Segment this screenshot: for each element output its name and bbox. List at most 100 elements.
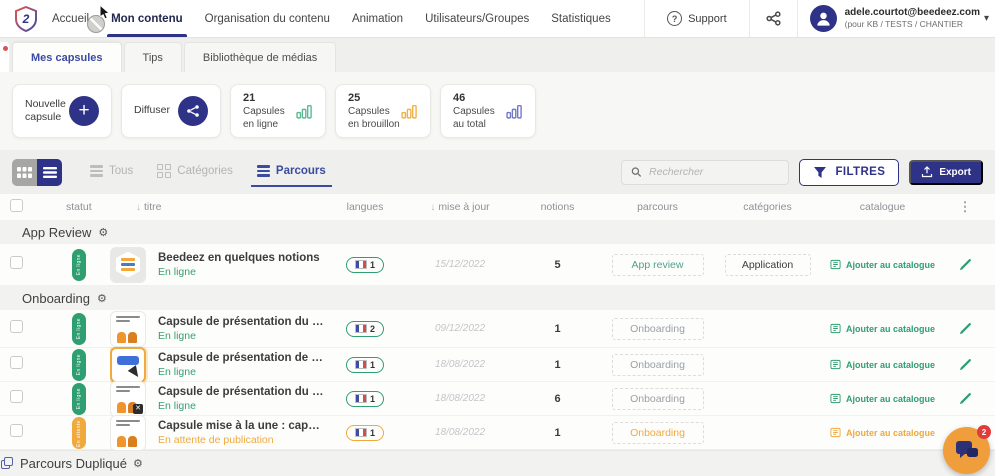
nav-item-animation[interactable]: Animation bbox=[352, 0, 403, 37]
svg-text:2: 2 bbox=[22, 12, 30, 26]
gear-icon[interactable]: ⚙ bbox=[98, 226, 108, 239]
chat-notification-badge: 2 bbox=[977, 425, 991, 439]
org-chart-icon bbox=[766, 11, 781, 26]
table-row[interactable]: En ligne ✕ Capsule de présentation du Li… bbox=[0, 382, 995, 416]
parcours-tag[interactable]: Onboarding bbox=[612, 318, 704, 340]
export-button[interactable]: Export bbox=[909, 160, 983, 185]
nav-item-accueil[interactable]: Accueil bbox=[52, 0, 89, 37]
capsule-thumbnail: ✕ bbox=[110, 381, 146, 417]
table-row[interactable]: En ligne Beedeez en quelques notions En … bbox=[0, 244, 995, 286]
table-header: statut ↓titre langues ↓mise à jour notio… bbox=[0, 194, 995, 220]
chat-widget-button[interactable]: 2 bbox=[943, 427, 990, 474]
add-to-catalog-button[interactable]: Ajouter au catalogue bbox=[820, 427, 945, 438]
add-to-catalog-button[interactable]: Ajouter au catalogue bbox=[820, 359, 945, 370]
capsule-status: En ligne bbox=[158, 330, 325, 342]
col-titre[interactable]: ↓titre bbox=[110, 201, 325, 213]
col-statut: statut bbox=[40, 201, 110, 213]
language-badge[interactable]: 1 bbox=[346, 257, 384, 273]
table-row[interactable]: En attente de publication Capsule mise à… bbox=[0, 416, 995, 450]
stat-card-draft[interactable]: 25 Capsules en brouillon bbox=[335, 84, 431, 138]
edit-pencil-icon[interactable] bbox=[945, 358, 985, 371]
overflow-menu-icon[interactable]: ⋮ bbox=[945, 199, 985, 215]
grid-view-icon[interactable] bbox=[12, 159, 37, 186]
category-tag[interactable]: Application bbox=[725, 254, 811, 276]
section-header-onboarding: Onboarding ⚙ bbox=[0, 286, 995, 310]
parcours-tag[interactable]: Onboarding bbox=[612, 388, 704, 410]
gear-icon[interactable]: ⚙ bbox=[97, 292, 107, 305]
language-badge[interactable]: 1 bbox=[346, 425, 384, 441]
capsule-status: En attente de publication bbox=[158, 434, 325, 446]
search-box bbox=[621, 160, 789, 185]
filter-view-tabs: Tous Catégories Parcours bbox=[90, 164, 326, 180]
tab-bibliotheque[interactable]: Bibliothèque de médias bbox=[184, 42, 336, 72]
col-parcours: parcours bbox=[600, 201, 715, 213]
diffuser-card[interactable]: Diffuser bbox=[121, 84, 221, 138]
bar-chart-icon bbox=[506, 104, 523, 119]
row-checkbox[interactable] bbox=[10, 424, 23, 437]
sort-arrow-icon: ↓ bbox=[136, 202, 141, 213]
table-row[interactable]: En ligne Capsule de présentation du micr… bbox=[0, 310, 995, 348]
chevron-down-icon[interactable]: ▾ bbox=[982, 13, 991, 24]
capsule-title: Beedeez en quelques notions bbox=[158, 252, 320, 264]
flag-icon bbox=[355, 394, 367, 403]
row-checkbox[interactable] bbox=[10, 356, 23, 369]
col-catalogue: catalogue bbox=[820, 201, 945, 213]
nav-item-organisation[interactable]: Organisation du contenu bbox=[205, 0, 330, 37]
catalog-icon bbox=[830, 323, 841, 334]
list-icon bbox=[257, 165, 270, 176]
list-view-icon[interactable] bbox=[37, 159, 62, 186]
topbar-right: ? Support adele.courtot@b bbox=[644, 0, 991, 37]
view-toggle[interactable] bbox=[12, 159, 62, 186]
plus-icon[interactable]: + bbox=[69, 96, 99, 126]
parcours-tag[interactable]: Onboarding bbox=[612, 422, 704, 444]
parcours-tag[interactable]: App review bbox=[612, 254, 704, 276]
updated-date: 18/08/2022 bbox=[405, 427, 515, 438]
support-button[interactable]: ? Support bbox=[645, 0, 749, 37]
row-checkbox[interactable] bbox=[10, 320, 23, 333]
gear-icon[interactable]: ⚙ bbox=[133, 457, 143, 470]
export-icon bbox=[921, 166, 933, 178]
add-to-catalog-button[interactable]: Ajouter au catalogue bbox=[820, 259, 945, 270]
language-badge[interactable]: 1 bbox=[346, 357, 384, 373]
new-capsule-card[interactable]: Nouvelle capsule + bbox=[12, 84, 112, 138]
share-icon[interactable] bbox=[178, 96, 208, 126]
view-tab-parcours[interactable]: Parcours bbox=[257, 165, 326, 179]
bar-chart-icon bbox=[401, 104, 418, 119]
help-icon: ? bbox=[667, 11, 682, 26]
partial-logo-sliver bbox=[0, 42, 9, 72]
search-input[interactable] bbox=[649, 166, 779, 178]
tab-tips[interactable]: Tips bbox=[124, 42, 182, 72]
user-email: adele.courtot@beedeez.com bbox=[845, 7, 980, 20]
add-to-catalog-button[interactable]: Ajouter au catalogue bbox=[820, 393, 945, 404]
user-menu[interactable]: adele.courtot@beedeez.com (pour KB / TES… bbox=[798, 0, 982, 37]
add-to-catalog-button[interactable]: Ajouter au catalogue bbox=[820, 323, 945, 334]
capsule-title: Capsule de présentation du Live bbox=[158, 386, 325, 398]
table-row[interactable]: En ligne Capsule de présentation de la s… bbox=[0, 348, 995, 382]
view-tab-categories[interactable]: Catégories bbox=[157, 164, 233, 180]
filters-button[interactable]: FILTRES bbox=[799, 159, 899, 186]
nav-item-mon-contenu[interactable]: Mon contenu bbox=[111, 0, 183, 37]
nav-item-statistiques[interactable]: Statistiques bbox=[551, 0, 610, 37]
language-badge[interactable]: 1 bbox=[346, 391, 384, 407]
flag-icon bbox=[355, 360, 367, 369]
stat-card-total[interactable]: 46 Capsules au total bbox=[440, 84, 536, 138]
select-all-checkbox[interactable] bbox=[10, 199, 23, 212]
edit-pencil-icon[interactable] bbox=[945, 258, 985, 271]
edit-pencil-icon[interactable] bbox=[945, 392, 985, 405]
notions-count: 5 bbox=[515, 259, 600, 271]
parcours-tag[interactable]: Onboarding bbox=[612, 354, 704, 376]
beedeez-logo-icon[interactable]: 2 bbox=[14, 6, 38, 32]
row-checkbox[interactable] bbox=[10, 390, 23, 403]
edit-pencil-icon[interactable] bbox=[945, 322, 985, 335]
org-share-button[interactable] bbox=[750, 0, 797, 37]
sort-arrow-icon: ↓ bbox=[430, 202, 435, 213]
col-mise-a-jour[interactable]: ↓mise à jour bbox=[405, 201, 515, 213]
view-tab-tous[interactable]: Tous bbox=[90, 165, 133, 179]
stat-card-online[interactable]: 21 Capsules en ligne bbox=[230, 84, 326, 138]
language-badge[interactable]: 2 bbox=[346, 321, 384, 337]
app-screen: 2 Accueil Mon contenu Organisation du co… bbox=[0, 0, 995, 476]
nav-item-utilisateurs[interactable]: Utilisateurs/Groupes bbox=[425, 0, 529, 37]
tab-mes-capsules[interactable]: Mes capsules bbox=[12, 42, 122, 72]
list-icon bbox=[90, 165, 103, 176]
row-checkbox[interactable] bbox=[10, 256, 23, 269]
